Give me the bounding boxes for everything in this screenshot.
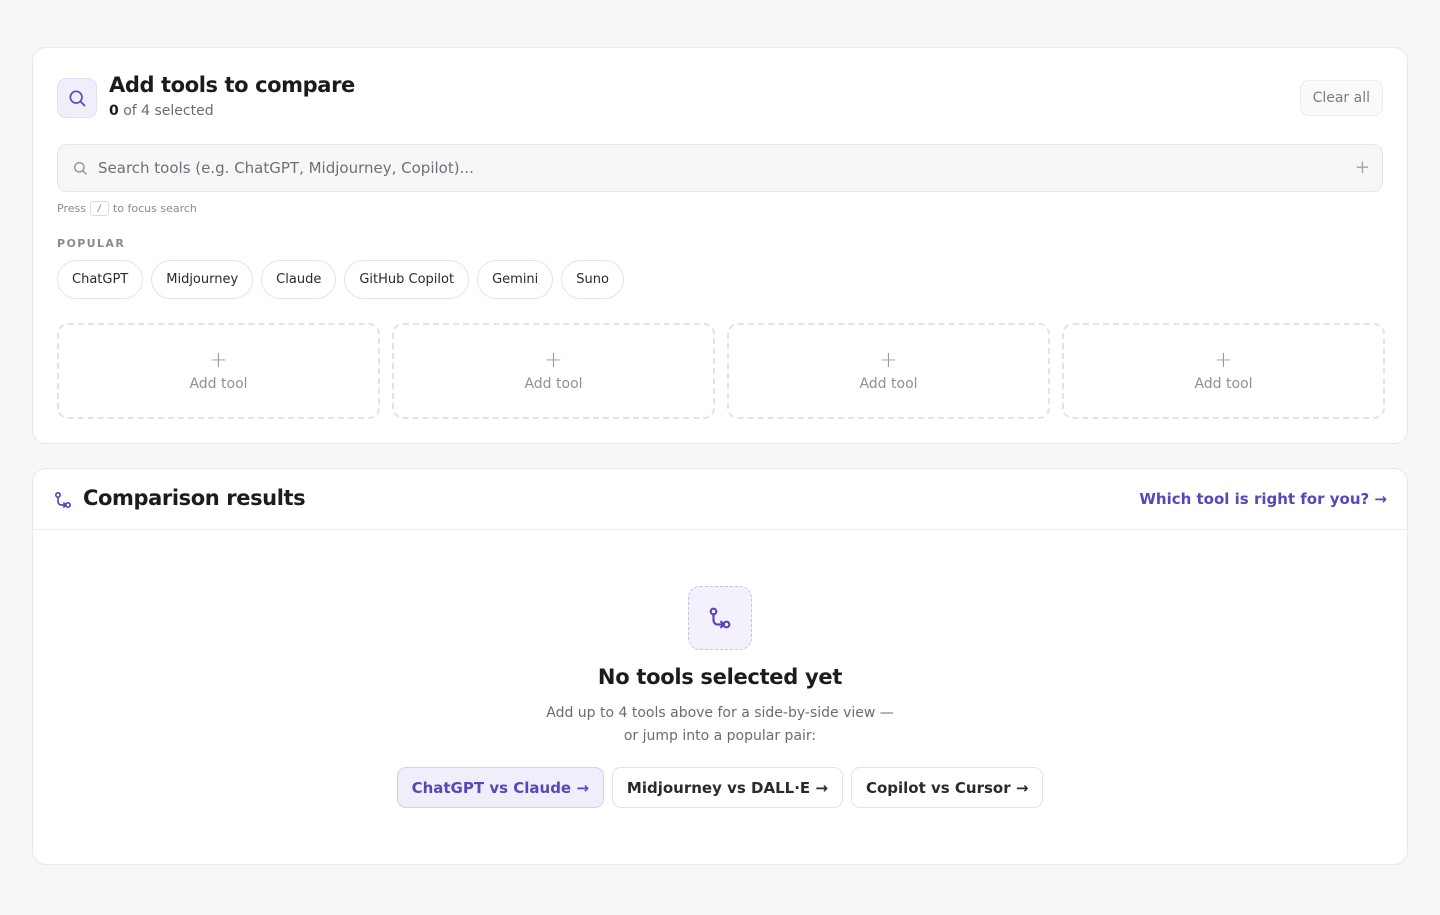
popular-chip-midjourney[interactable]: Midjourney xyxy=(151,260,254,299)
add-tool-label: Add tool xyxy=(1194,376,1253,392)
plus-icon: + xyxy=(1214,348,1233,373)
results-title: Comparison results xyxy=(83,486,306,510)
search-box: + xyxy=(57,144,1383,192)
plus-icon[interactable]: + xyxy=(1355,159,1370,177)
results-header: Comparison results Which tool is right f… xyxy=(33,469,1407,530)
tool-slots: + Add tool + Add tool + Add tool + Add t… xyxy=(57,323,1385,419)
selected-count: 0 of 4 selected xyxy=(109,103,214,119)
search-input[interactable] xyxy=(98,145,1338,191)
search-icon xyxy=(72,160,88,180)
pair-midjourney-vs-dalle-button[interactable]: Midjourney vs DALL·E → xyxy=(611,767,843,808)
popular-chip-chatgpt[interactable]: ChatGPT xyxy=(57,260,144,299)
add-tool-label: Add tool xyxy=(859,376,918,392)
git-compare-icon xyxy=(688,586,752,650)
popular-chip-github-copilot[interactable]: GitHub Copilot xyxy=(344,260,470,299)
git-compare-icon xyxy=(53,490,73,514)
empty-desc-line2: or jump into a popular pair: xyxy=(623,728,817,744)
comparison-results-panel: Comparison results Which tool is right f… xyxy=(32,468,1408,865)
popular-chip-claude[interactable]: Claude xyxy=(261,260,337,299)
popular-chips: ChatGPT Midjourney Claude GitHub Copilot… xyxy=(57,260,624,299)
selected-count-number: 0 xyxy=(109,103,119,119)
pair-copilot-vs-cursor-button[interactable]: Copilot vs Cursor → xyxy=(850,767,1044,808)
pair-chatgpt-vs-claude-button[interactable]: ChatGPT vs Claude → xyxy=(396,767,604,808)
add-panel-title: Add tools to compare xyxy=(109,73,355,97)
add-tools-panel: Add tools to compare 0 of 4 selected Cle… xyxy=(32,47,1408,444)
search-icon xyxy=(57,78,97,118)
plus-icon: + xyxy=(879,348,898,373)
popular-chip-gemini[interactable]: Gemini xyxy=(477,260,554,299)
add-tool-label: Add tool xyxy=(189,376,248,392)
add-tool-slot[interactable]: + Add tool xyxy=(392,323,715,419)
plus-icon: + xyxy=(544,348,563,373)
shortcut-key: / xyxy=(89,201,109,216)
search-hint: Press / to focus search xyxy=(57,201,197,216)
add-tool-slot[interactable]: + Add tool xyxy=(57,323,380,419)
hint-prefix: Press xyxy=(57,202,86,215)
empty-state-title: No tools selected yet xyxy=(597,665,843,689)
popular-pairs: ChatGPT vs Claude → Midjourney vs DALL·E… xyxy=(33,767,1407,808)
add-tool-slot[interactable]: + Add tool xyxy=(727,323,1050,419)
hint-suffix: to focus search xyxy=(112,202,197,215)
plus-icon: + xyxy=(209,348,228,373)
add-tool-label: Add tool xyxy=(524,376,583,392)
empty-desc-line1: Add up to 4 tools above for a side-by-si… xyxy=(546,705,894,721)
selected-count-suffix: of 4 selected xyxy=(123,103,214,119)
which-tool-link[interactable]: Which tool is right for you? → xyxy=(1139,490,1387,508)
add-tool-slot[interactable]: + Add tool xyxy=(1062,323,1385,419)
empty-state-description: Add up to 4 tools above for a side-by-si… xyxy=(33,702,1407,748)
clear-all-button[interactable]: Clear all xyxy=(1299,80,1383,116)
popular-label: POPULAR xyxy=(57,237,126,250)
popular-chip-suno[interactable]: Suno xyxy=(561,260,624,299)
